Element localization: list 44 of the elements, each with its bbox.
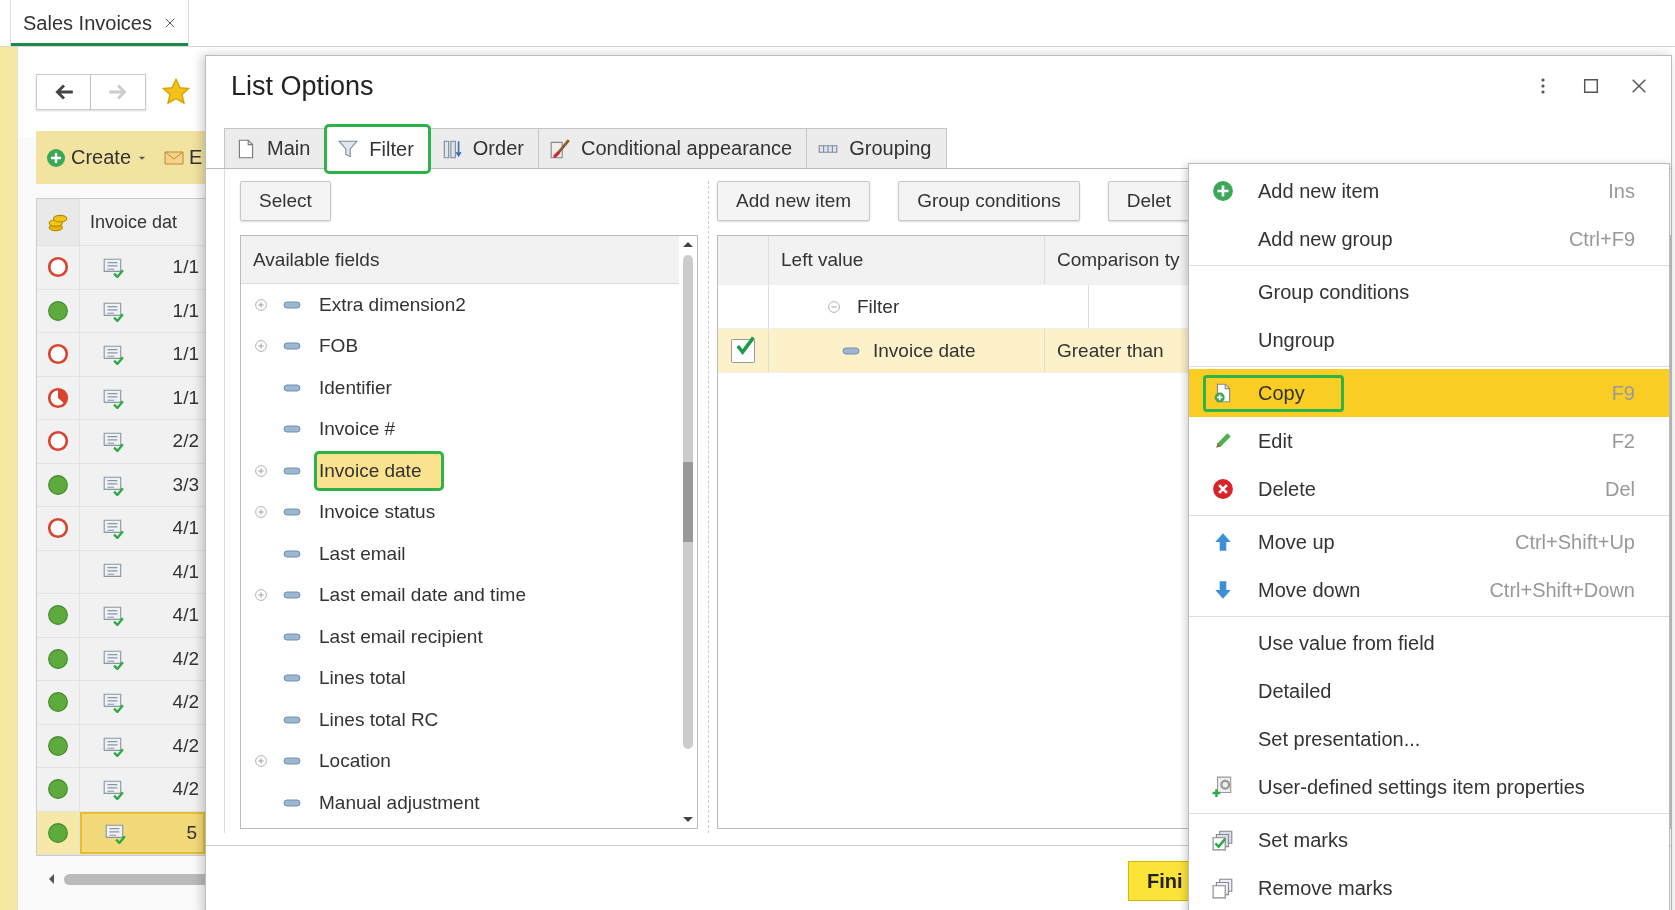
menu-label: Move down	[1258, 578, 1361, 602]
table-cell-text: 1/1	[172, 343, 200, 366]
menu-label: Set marks	[1258, 828, 1349, 852]
dialog-title: List Options	[231, 70, 375, 102]
menu-label: Remove marks	[1258, 876, 1393, 900]
shortcut-label: Ctrl+Shift+Up	[1514, 530, 1635, 554]
menu-label: Edit	[1258, 429, 1293, 453]
table-cell-text: 4/2	[172, 778, 200, 801]
menu-label: Add new item	[1258, 179, 1380, 203]
menu-label: Ungroup	[1258, 328, 1335, 352]
table-cell-text: 3/3	[172, 473, 200, 496]
menu-label: Delete	[1258, 477, 1316, 501]
table-cell-text: 4/2	[172, 734, 200, 757]
table-cell-text: 4/1	[172, 517, 200, 540]
tab-title: Sales Invoices	[23, 11, 152, 35]
shortcut-label: Del	[1605, 477, 1635, 501]
menu-label: User-defined settings item properties	[1258, 775, 1585, 799]
column-header: Available fields	[241, 236, 679, 284]
table-cell: Invoice date	[873, 339, 976, 362]
shortcut-label: Ins	[1608, 179, 1635, 203]
shortcut-label: F9	[1611, 381, 1635, 405]
table-cell-text: 2/2	[172, 430, 200, 453]
shortcut-label: Ctrl+Shift+Down	[1489, 578, 1635, 602]
menu-label: Add new group	[1258, 227, 1393, 251]
menu-label: Detailed	[1258, 679, 1332, 703]
table-cell-text: 4/2	[172, 647, 200, 670]
table-cell-text: 4/1	[172, 560, 200, 583]
table-cell-text: 4/1	[172, 604, 200, 627]
menu-label: Copy	[1258, 381, 1305, 405]
table-cell-text: Greater than	[1056, 338, 1165, 363]
table-cell: Filter	[857, 295, 900, 318]
column-header: Invoice dat	[89, 210, 179, 234]
menu-label: Set presentation...	[1258, 727, 1421, 751]
shortcut-label: Ctrl+F9	[1568, 227, 1635, 251]
table-cell-text: 4/2	[172, 691, 200, 714]
table-cell-text: 1/1	[172, 386, 200, 409]
shortcut-label: F2	[1611, 429, 1635, 453]
table-cell-text: 1/1	[172, 299, 200, 322]
menu-label: Move up	[1258, 530, 1335, 554]
table-cell-text: 1/1	[172, 256, 200, 279]
menu-label: Group conditions	[1258, 280, 1410, 304]
column-header: Left value	[769, 236, 1045, 284]
menu-label: Use value from field	[1258, 631, 1435, 655]
table-cell-text: 5	[186, 821, 198, 844]
